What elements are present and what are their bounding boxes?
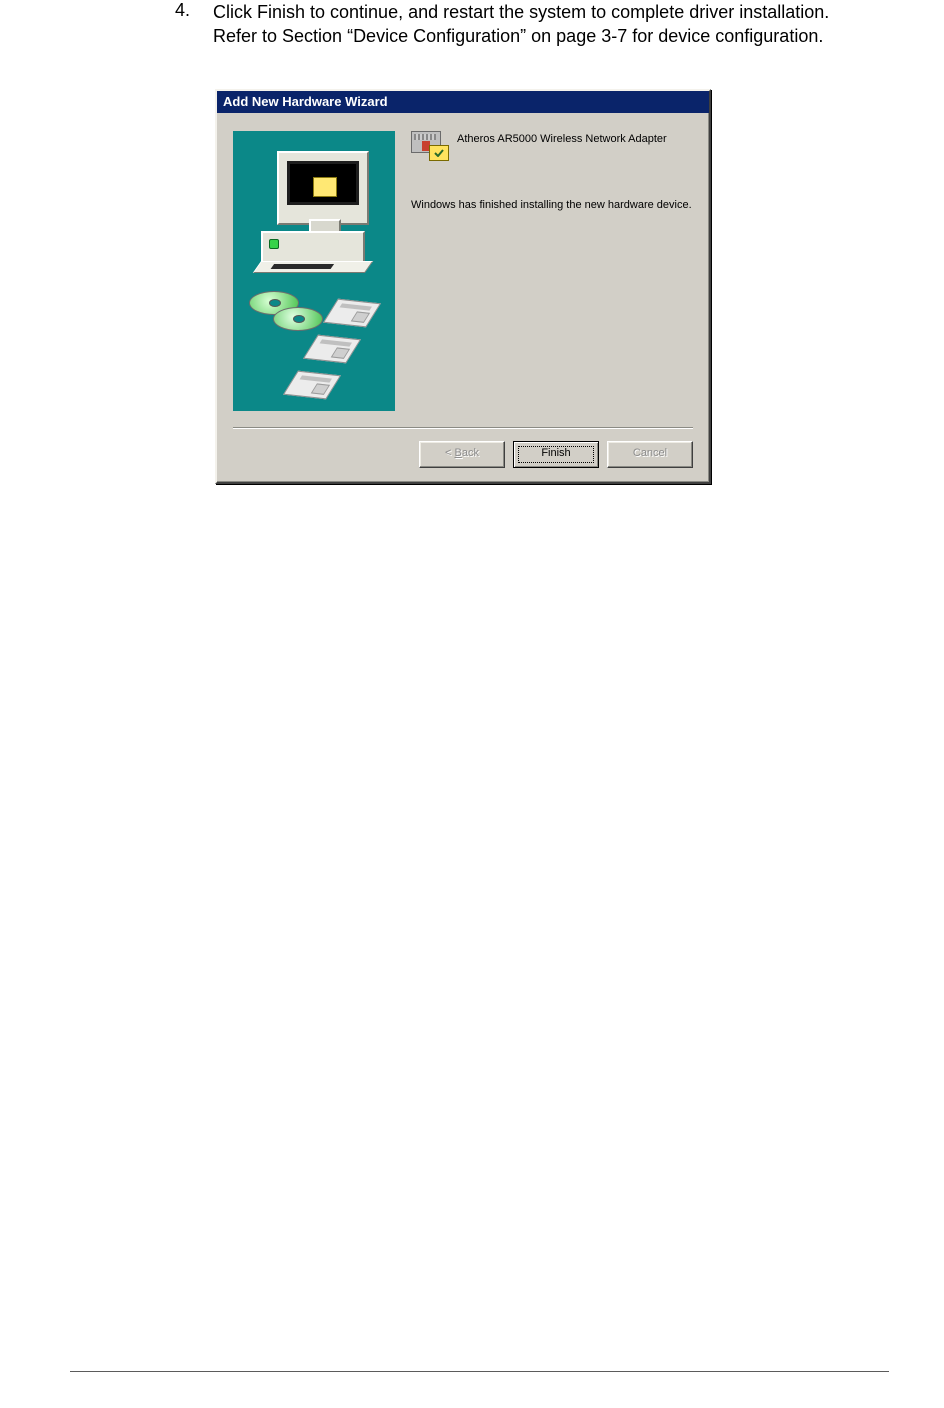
page-footer-rule — [70, 1371, 889, 1372]
back-button: < Back — [419, 441, 505, 468]
cancel-button-label: Cancel — [633, 447, 667, 459]
add-hardware-wizard-dialog: Add New Hardware Wizard — [215, 89, 711, 484]
dialog-content: Atheros AR5000 Wireless Network Adapter … — [411, 131, 693, 411]
dialog-titlebar: Add New Hardware Wizard — [217, 91, 709, 113]
wizard-sidebar-graphic — [233, 131, 395, 411]
dialog-button-row: < Back Finish Cancel — [217, 429, 709, 482]
wizard-finish-message: Windows has finished installing the new … — [411, 199, 693, 211]
dialog-title: Add New Hardware Wizard — [223, 94, 388, 109]
dialog-body: Atheros AR5000 Wireless Network Adapter … — [217, 113, 709, 415]
cancel-button: Cancel — [607, 441, 693, 468]
instruction-step: 4. Click Finish to continue, and restart… — [0, 0, 855, 49]
document-page: 4. Click Finish to continue, and restart… — [0, 0, 944, 1408]
device-name: Atheros AR5000 Wireless Network Adapter — [457, 131, 667, 145]
screenshot-figure: Add New Hardware Wizard — [215, 89, 944, 484]
detected-device-row: Atheros AR5000 Wireless Network Adapter — [411, 131, 693, 159]
back-button-prefix: < — [445, 447, 454, 459]
back-button-accel: B — [455, 447, 462, 459]
device-card-icon — [411, 131, 447, 159]
instruction-number: 4. — [175, 0, 213, 49]
instruction-text: Click Finish to continue, and restart th… — [213, 0, 855, 49]
finish-button-label: Finish — [541, 447, 570, 459]
finish-button[interactable]: Finish — [513, 441, 599, 468]
back-button-suffix: ack — [462, 447, 479, 459]
monitor-icon — [277, 151, 369, 225]
